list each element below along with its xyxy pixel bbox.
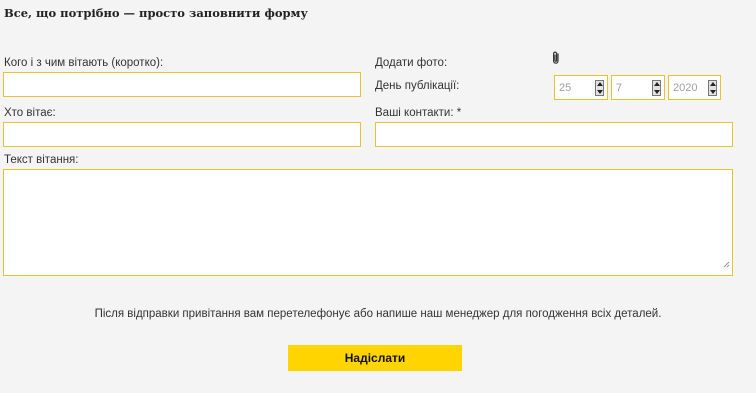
who-greeted-input[interactable] — [3, 72, 361, 97]
contacts-label: Ваші контакти: * — [375, 107, 462, 119]
month-value: 7 — [616, 82, 623, 94]
spin-arrows-icon[interactable] — [652, 80, 661, 96]
submit-button[interactable]: Надіслати — [288, 345, 462, 371]
month-spinner[interactable]: 7 — [611, 75, 665, 100]
day-value: 25 — [559, 82, 572, 94]
year-spinner[interactable]: 2020 — [668, 75, 721, 100]
message-label: Текст вітання: — [4, 154, 79, 166]
contacts-input[interactable] — [375, 122, 733, 147]
spin-arrows-icon[interactable] — [708, 80, 717, 96]
add-photo-label: Додати фото: — [375, 57, 448, 69]
day-spinner[interactable]: 25 — [554, 75, 608, 100]
message-textarea[interactable] — [3, 169, 733, 276]
paperclip-icon[interactable] — [551, 51, 561, 70]
who-greets-input[interactable] — [3, 122, 361, 147]
year-value: 2020 — [673, 82, 698, 94]
who-greets-label: Хто вітає: — [4, 107, 56, 119]
form-heading: Все, що потрібно — просто заповнити форм… — [4, 6, 308, 20]
publication-day-label: День публікації: — [375, 80, 460, 92]
info-note: Після відправки привітання вам перетелеф… — [94, 308, 662, 320]
spin-arrows-icon[interactable] — [595, 80, 604, 96]
resize-grip-icon[interactable] — [723, 255, 730, 273]
who-greeted-label: Кого і з чим вітають (коротко): — [4, 57, 164, 69]
